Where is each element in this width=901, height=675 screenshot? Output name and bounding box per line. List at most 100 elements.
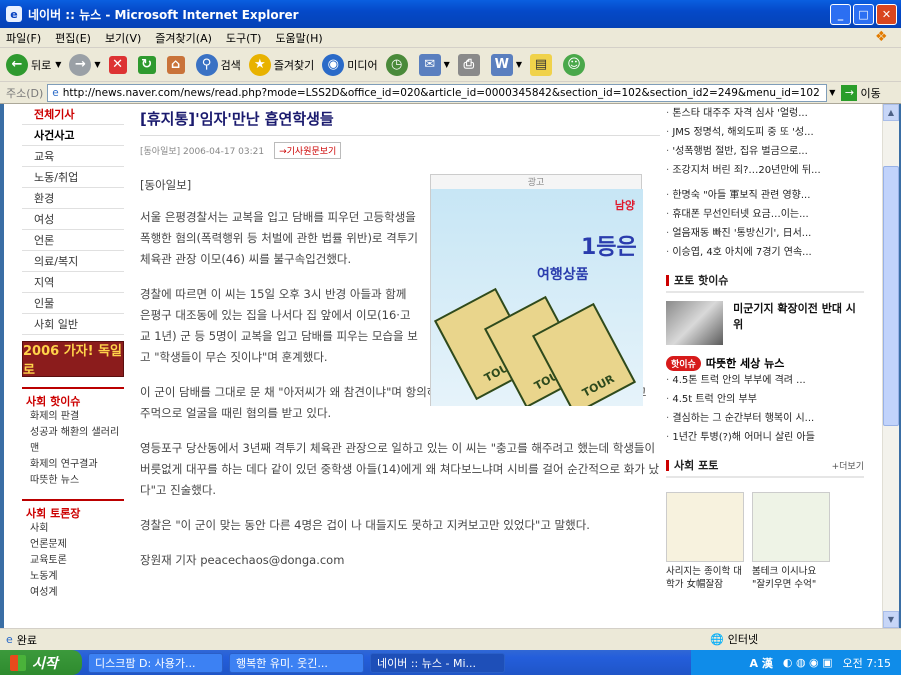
debate-item[interactable]: 여성계 xyxy=(22,585,124,601)
society-photo-item[interactable]: 봄테크 이시나요 "잘키우면 수억" xyxy=(752,492,830,591)
back-button[interactable]: ← 뒤로 ▼ xyxy=(6,53,61,76)
back-arrow-icon: ← xyxy=(6,53,28,76)
mail-button[interactable]: ✉ ▼ xyxy=(418,53,450,76)
menu-bar: 파일(F) 편집(E) 보기(V) 즐겨찾기(A) 도구(T) 도움말(H) xyxy=(0,28,901,48)
warm-news-link[interactable]: 결심하는 그 순간부터 행복이 시... xyxy=(666,409,864,428)
headline-link[interactable]: 조강지처 버린 죄?…20년만에 뒤... xyxy=(666,161,864,180)
headline-link[interactable]: 이승엽, 4호 아치에 7경기 연속... xyxy=(666,243,864,262)
messenger-button[interactable]: ☺ xyxy=(562,53,588,76)
nav-item-labor[interactable]: 노동/취업 xyxy=(22,167,124,188)
history-button[interactable]: ◷ xyxy=(385,53,411,76)
headline-link[interactable]: '성폭행범 절반, 집유 벌금으로... xyxy=(666,142,864,161)
home-icon: ⌂ xyxy=(166,55,185,74)
nav-item-press[interactable]: 언론 xyxy=(22,230,124,251)
go-button[interactable]: → 이동 xyxy=(841,84,881,101)
star-icon: ★ xyxy=(248,53,271,76)
address-dropdown-icon[interactable]: ▼ xyxy=(829,88,835,97)
nav-item-society-general[interactable]: 사회 일반 xyxy=(22,314,124,335)
headline-link[interactable]: 톤스타 대주주 자격 심사 '얼렁... xyxy=(666,104,864,123)
hot-issue-item[interactable]: 성공과 해환의 샐러리맨 xyxy=(22,425,124,457)
cartoon-thumbnail[interactable] xyxy=(666,492,744,562)
menu-favorites[interactable]: 즐겨찾기(A) xyxy=(155,30,212,46)
photo-thumbnail[interactable] xyxy=(666,301,724,345)
hot-issue-item[interactable]: 화제의 판결 xyxy=(22,409,124,425)
menu-edit[interactable]: 편집(E) xyxy=(55,30,91,46)
reporter-line: 장원재 기자 peacechaos@donga.com xyxy=(140,553,345,567)
search-button[interactable]: ⚲ 검색 xyxy=(195,53,241,76)
headline-link[interactable]: 한명숙 "아들 軍보직 관련 영향... xyxy=(666,186,864,205)
menu-help[interactable]: 도움말(H) xyxy=(275,30,322,46)
taskbar-item-active[interactable]: 네이버 :: 뉴스 - Mi... xyxy=(370,652,505,673)
search-icon: ⚲ xyxy=(195,53,218,76)
nav-item-all[interactable]: 전체기사 xyxy=(22,104,124,125)
headline-link[interactable]: 얼음재동 빠진 '통방신기', 日서... xyxy=(666,224,864,243)
view-original-button[interactable]: →기사원문보기 xyxy=(274,142,342,159)
forward-button[interactable]: → ▼ xyxy=(69,53,101,76)
tray-icons[interactable]: ◐ ◍ ◉ ▣ xyxy=(783,656,833,669)
photo-caption[interactable]: 미군기지 확장이전 반대 시위 xyxy=(733,301,864,345)
maximize-button[interactable]: □ xyxy=(853,4,874,25)
debate-item[interactable]: 언론문제 xyxy=(22,537,124,553)
favorites-label: 즐겨찾기 xyxy=(273,58,315,72)
scroll-up-icon[interactable]: ▲ xyxy=(883,104,899,121)
messenger-icon: ☺ xyxy=(562,53,585,76)
photo-hot-title: 포토 핫이슈 xyxy=(666,272,864,293)
thumb-caption[interactable]: 사리지는 종이학 대학가 女帽잘잠 xyxy=(666,565,744,591)
warm-news-link[interactable]: 1년간 투병(?)해 어머니 살린 아들 xyxy=(666,428,864,447)
nav-item-welfare[interactable]: 의료/복지 xyxy=(22,251,124,272)
edit-button[interactable]: W ▼ xyxy=(490,53,522,76)
nav-item-women[interactable]: 여성 xyxy=(22,209,124,230)
society-photo-grid: 사리지는 종이학 대학가 女帽잘잠 봄테크 이시나요 "잘키우면 수억" xyxy=(666,492,864,591)
refresh-button[interactable]: ↻ xyxy=(137,55,159,74)
print-button[interactable]: ⎙ xyxy=(457,53,483,76)
media-icon: ◉ xyxy=(322,53,345,76)
menu-view[interactable]: 보기(V) xyxy=(105,30,141,46)
right-column: 톤스타 대주주 자격 심사 '얼렁... JMS 정명석, 해외도피 중 또 '… xyxy=(666,104,864,628)
close-button[interactable]: ✕ xyxy=(876,4,897,25)
hot-issue-item[interactable]: 화제의 연구결과 xyxy=(22,457,124,473)
warm-news-link[interactable]: 4.5톤 트럭 안의 부부에 격려 ... xyxy=(666,371,864,390)
home-button[interactable]: ⌂ xyxy=(166,55,188,74)
address-bar: 주소(D) e http://news.naver.com/news/read.… xyxy=(0,82,901,104)
photo-hot-item[interactable]: 미군기지 확장이전 반대 시위 xyxy=(666,301,864,345)
more-link[interactable]: +더보기 xyxy=(832,459,864,472)
debate-item[interactable]: 교육토론 xyxy=(22,553,124,569)
scroll-down-icon[interactable]: ▼ xyxy=(883,611,899,628)
menu-tools[interactable]: 도구(T) xyxy=(226,30,262,46)
ad-box[interactable]: 광고 남양 1등은 여행상품 TOUR TOUR TOUR xyxy=(430,174,643,406)
thumb-caption[interactable]: 봄테크 이시나요 "잘키우면 수억" xyxy=(752,565,830,591)
globe-icon: 🌐 xyxy=(710,632,724,646)
scroll-thumb[interactable] xyxy=(883,166,899,426)
warm-news-link[interactable]: 4.5t 트럭 안의 부부 xyxy=(666,390,864,409)
ad-subline: 여행상품 xyxy=(537,267,589,283)
vertical-scrollbar[interactable]: ▲ ▼ xyxy=(882,104,899,628)
nav-item-people[interactable]: 인물 xyxy=(22,293,124,314)
status-bar: e 완료 🌐 인터넷 xyxy=(0,628,901,650)
hot-issue-item[interactable]: 따뜻한 뉴스 xyxy=(22,473,124,489)
stop-icon: ✕ xyxy=(108,55,127,74)
headline-link[interactable]: 휴대폰 무선인터넷 요금…이는... xyxy=(666,205,864,224)
nav-item-region[interactable]: 지역 xyxy=(22,272,124,293)
address-url: http://news.naver.com/news/read.php?mode… xyxy=(62,86,820,99)
ime-indicator[interactable]: A 漢 xyxy=(750,655,773,671)
discuss-button[interactable]: ▤ xyxy=(529,53,555,76)
menu-file[interactable]: 파일(F) xyxy=(6,30,41,46)
debate-item[interactable]: 사회 xyxy=(22,521,124,537)
nav-item-accidents[interactable]: 사건사고 xyxy=(22,125,124,146)
stop-button[interactable]: ✕ xyxy=(108,55,130,74)
plant-thumbnail[interactable] xyxy=(752,492,830,562)
start-button[interactable]: 시작 xyxy=(0,650,82,675)
nav-item-environment[interactable]: 환경 xyxy=(22,188,124,209)
address-input[interactable]: e http://news.naver.com/news/read.php?mo… xyxy=(47,83,828,102)
nav-item-education[interactable]: 교육 xyxy=(22,146,124,167)
favorites-button[interactable]: ★ 즐겨찾기 xyxy=(248,53,315,76)
note-icon: ▤ xyxy=(529,53,552,76)
taskbar-item[interactable]: 행복한 유미. 웃긴... xyxy=(229,652,364,673)
society-photo-item[interactable]: 사리지는 종이학 대학가 女帽잘잠 xyxy=(666,492,744,591)
worldcup-banner[interactable]: 2006 가자! 독일로 xyxy=(22,341,124,378)
taskbar-item[interactable]: 디스크팜 D: 사용가... xyxy=(88,652,223,673)
debate-item[interactable]: 노동계 xyxy=(22,569,124,585)
media-button[interactable]: ◉ 미디어 xyxy=(322,53,378,76)
headline-link[interactable]: JMS 정명석, 해외도피 중 또 '성... xyxy=(666,123,864,142)
minimize-button[interactable]: _ xyxy=(830,4,851,25)
